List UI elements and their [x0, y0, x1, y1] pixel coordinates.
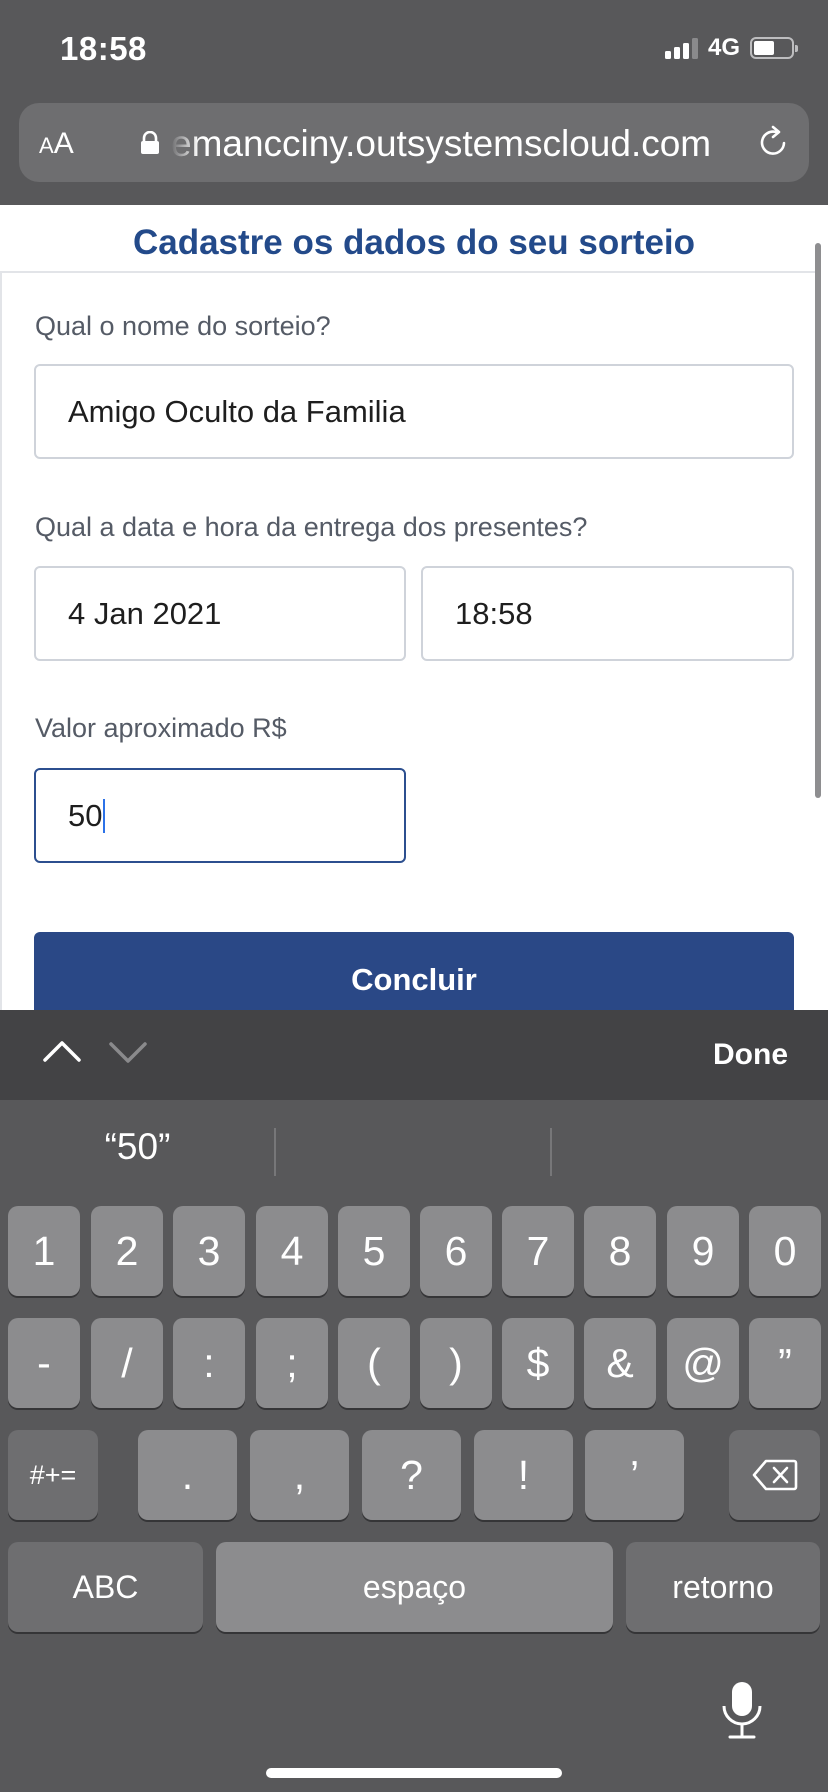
time-input-value: 18:58	[455, 595, 533, 631]
key-6[interactable]: 6	[420, 1206, 492, 1296]
key-7[interactable]: 7	[502, 1206, 574, 1296]
key-question[interactable]: ?	[362, 1430, 461, 1520]
key-colon[interactable]: :	[173, 1318, 245, 1408]
keyboard-accessory-bar: Done	[0, 1010, 828, 1100]
card-border	[0, 273, 2, 1010]
web-page: Cadastre os dados do seu sorteio Qual o …	[0, 205, 828, 1010]
amount-input[interactable]: 50	[34, 768, 406, 863]
key-comma[interactable]: ,	[250, 1430, 349, 1520]
time-input[interactable]: 18:58	[421, 566, 794, 661]
page-title: Cadastre os dados do seu sorteio	[132, 223, 696, 262]
key-apostrophe[interactable]: ’	[585, 1430, 684, 1520]
key-semicolon[interactable]: ;	[256, 1318, 328, 1408]
network-type: 4G	[707, 34, 740, 61]
key-more-symbols[interactable]: #+=	[8, 1430, 98, 1520]
date-input-value: 4 Jan 2021	[68, 595, 222, 631]
key-space[interactable]: espaço	[216, 1542, 613, 1632]
chevron-down-icon[interactable]	[108, 1032, 148, 1072]
lock-icon	[141, 131, 159, 154]
numeric-keyboard: “50” 1 2 3 4 5 6 7 8 9 0 - / : ; ( ) $ &…	[0, 1100, 828, 1792]
name-label: Qual o nome do sorteio?	[35, 311, 331, 341]
key-1[interactable]: 1	[8, 1206, 80, 1296]
key-3[interactable]: 3	[173, 1206, 245, 1296]
amount-input-value: 50	[68, 797, 103, 833]
battery-icon	[750, 37, 798, 59]
chevron-up-icon[interactable]	[42, 1032, 82, 1072]
key-9[interactable]: 9	[667, 1206, 739, 1296]
key-ampersand[interactable]: &	[584, 1318, 656, 1408]
datetime-label: Qual a data e hora da entrega dos presen…	[35, 512, 588, 542]
key-return[interactable]: retorno	[626, 1542, 820, 1632]
submit-button[interactable]: Concluir	[34, 932, 794, 1010]
browser-chrome: 18:58 4G AA emancciny.outsystemscloud.co…	[0, 0, 828, 205]
amount-label: Valor aproximado R$	[35, 713, 287, 743]
text-caret	[103, 798, 106, 833]
key-abc[interactable]: ABC	[8, 1542, 203, 1632]
key-slash[interactable]: /	[91, 1318, 163, 1408]
key-dollar[interactable]: $	[502, 1318, 574, 1408]
home-indicator[interactable]	[266, 1768, 562, 1778]
key-at[interactable]: @	[667, 1318, 739, 1408]
key-8[interactable]: 8	[584, 1206, 656, 1296]
reload-icon[interactable]	[757, 125, 791, 159]
key-open-paren[interactable]: (	[338, 1318, 410, 1408]
name-input-value: Amigo Oculto da Familia	[68, 393, 406, 429]
microphone-icon[interactable]	[720, 1680, 764, 1740]
page-scrollbar[interactable]	[815, 243, 821, 798]
status-indicators: 4G	[664, 34, 798, 62]
key-4[interactable]: 4	[256, 1206, 328, 1296]
status-time: 18:58	[60, 30, 147, 67]
name-input[interactable]: Amigo Oculto da Familia	[34, 364, 794, 459]
key-0[interactable]: 0	[749, 1206, 821, 1296]
key-period[interactable]: .	[138, 1430, 237, 1520]
title-divider	[0, 271, 818, 273]
done-button[interactable]: Done	[713, 1038, 788, 1072]
suggestion-divider	[274, 1128, 276, 1176]
url-text[interactable]: emancciny.outsystemscloud.com	[171, 123, 741, 165]
key-hyphen[interactable]: -	[8, 1318, 80, 1408]
text-size-button[interactable]: AA	[39, 127, 74, 161]
suggestion-divider	[550, 1128, 552, 1176]
key-2[interactable]: 2	[91, 1206, 163, 1296]
key-close-paren[interactable]: )	[420, 1318, 492, 1408]
suggestion-item[interactable]: “50”	[0, 1126, 275, 1168]
key-quote[interactable]: ”	[749, 1318, 821, 1408]
suggestion-bar: “50”	[0, 1100, 828, 1200]
signal-icon	[664, 37, 698, 59]
address-bar[interactable]: AA emancciny.outsystemscloud.com	[19, 103, 809, 182]
key-exclamation[interactable]: !	[474, 1430, 573, 1520]
key-backspace[interactable]	[729, 1430, 820, 1520]
key-5[interactable]: 5	[338, 1206, 410, 1296]
date-input[interactable]: 4 Jan 2021	[34, 566, 406, 661]
backspace-icon	[752, 1459, 797, 1491]
